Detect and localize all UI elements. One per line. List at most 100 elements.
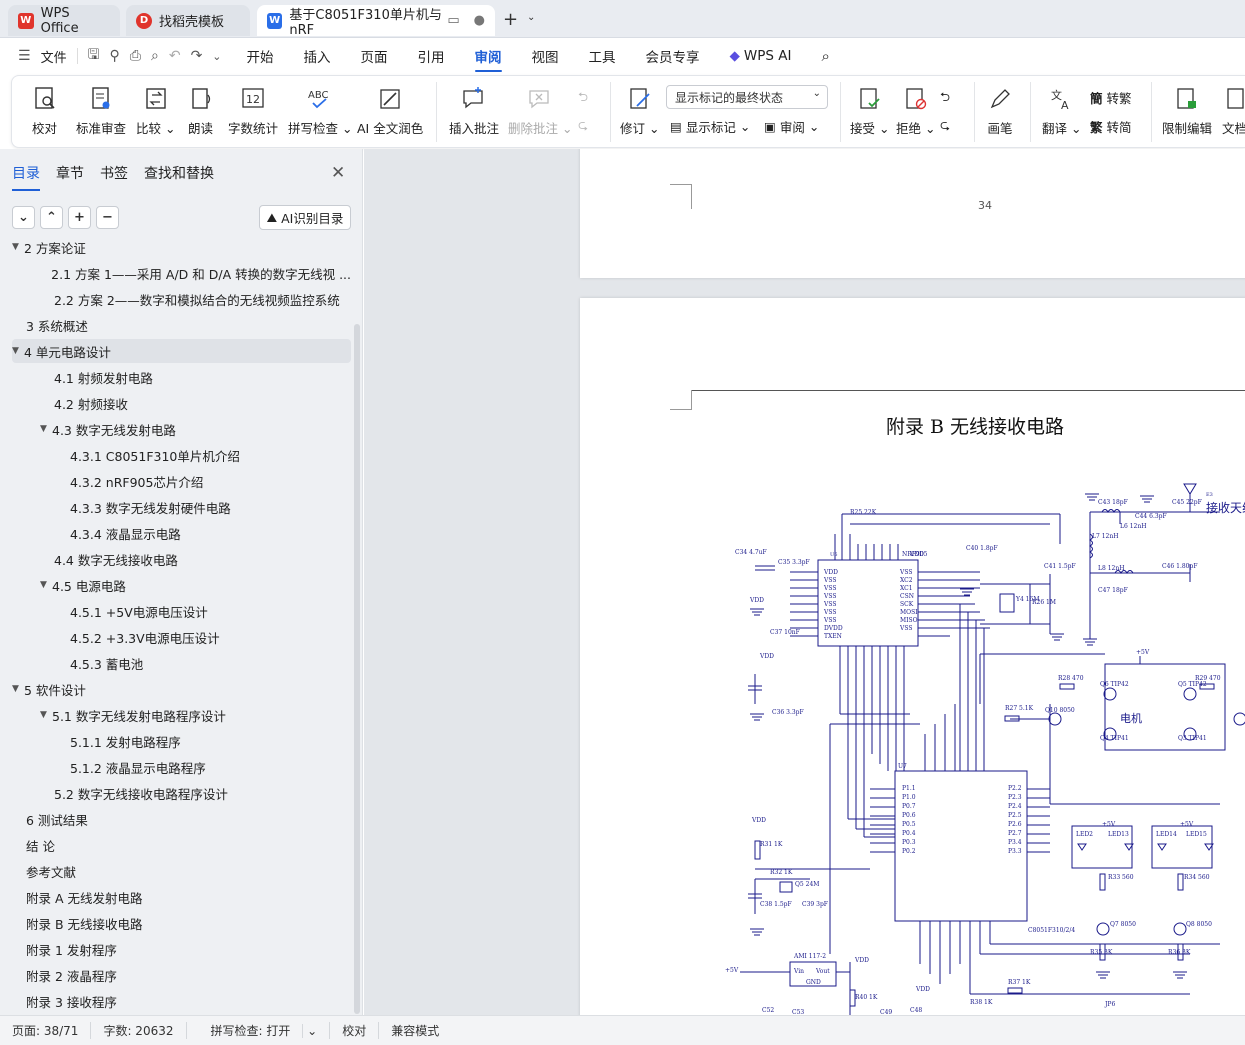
toc-item[interactable]: 5.1.1 发射电路程序 — [12, 729, 351, 753]
share-icon[interactable]: ⚲ — [110, 48, 120, 64]
accept-button[interactable]: 接受 ⌄ — [850, 84, 889, 137]
undo-icon[interactable]: ↶ — [169, 48, 181, 64]
insert-comment-button[interactable]: 插入批注 — [449, 84, 499, 137]
search-icon[interactable]: ⌕ — [806, 38, 844, 74]
to-simplified-button[interactable]: 繁转简 — [1090, 117, 1132, 136]
tab-list-chevron-icon[interactable]: ⌄ — [527, 12, 535, 23]
menu-page[interactable]: 页面 — [346, 38, 403, 74]
tab-template[interactable]: D 找稻壳模板 — [126, 5, 250, 36]
save-icon[interactable]: 🖫 — [88, 44, 100, 68]
remove-heading-button[interactable]: − — [96, 206, 119, 229]
toc-item[interactable]: 6 测试结果 — [12, 807, 351, 831]
tab-find-replace[interactable]: 查找和替换 — [144, 163, 214, 191]
doc-permission-button[interactable]: 文档 — [1222, 84, 1245, 137]
print-icon[interactable]: ⎙ — [130, 48, 141, 64]
expand-caret-icon[interactable]: ▼ — [12, 346, 24, 356]
pen-button[interactable]: 画笔 — [987, 84, 1013, 137]
proof-indicator[interactable]: 校对 — [330, 1022, 380, 1039]
toc-item[interactable]: ▼ 5.1 数字无线发射电路程序设计 — [12, 703, 351, 727]
toc-item[interactable]: ▼ 4 单元电路设计 — [12, 339, 351, 363]
toc-item[interactable]: 参考文献 — [12, 859, 351, 883]
prev-comment-icon[interactable]: ⮌ — [578, 88, 588, 109]
next-comment-icon[interactable]: ⮎ — [578, 116, 588, 137]
prev-change-icon[interactable]: ⮌ — [940, 88, 950, 109]
markup-state-select[interactable]: 显示标记的最终状态 ⌄ — [666, 85, 828, 109]
toc-item[interactable]: 5.1.2 液晶显示电路程序 — [12, 755, 351, 779]
toc-item[interactable]: 2.2 方案 2——数字和模拟结合的无线视频监控系统 — [12, 287, 351, 311]
tab-chapters[interactable]: 章节 — [56, 163, 84, 191]
word-count-indicator[interactable]: 字数: 20632 — [91, 1022, 187, 1039]
menu-membership[interactable]: 会员专享 — [631, 38, 715, 74]
delete-comment-button[interactable]: 删除批注 ⌄ — [508, 84, 572, 137]
monitor-icon[interactable]: ▭ — [447, 13, 459, 28]
add-heading-button[interactable]: + — [68, 206, 91, 229]
toc-item[interactable]: 4.5.2 +3.3V电源电压设计 — [12, 625, 351, 649]
hamburger-icon[interactable]: ☰ — [18, 48, 31, 64]
tab-wps-office[interactable]: W WPS Office — [8, 5, 120, 36]
expand-caret-icon[interactable]: ▼ — [12, 684, 24, 694]
page-indicator[interactable]: 页面: 38/71 — [0, 1022, 92, 1039]
more-chevron-icon[interactable]: ⌄ — [212, 50, 221, 63]
toc-item[interactable]: 4.3.4 液晶显示电路 — [12, 521, 351, 545]
menu-review[interactable]: 审阅 — [460, 38, 517, 74]
toc-item[interactable]: ▼ 2 方案论证 — [12, 241, 351, 259]
expand-caret-icon[interactable]: ▼ — [12, 242, 24, 252]
track-changes-button[interactable]: 修订 ⌄ — [620, 84, 659, 137]
tab-document[interactable]: W 基于C8051F310单片机与nRF ▭ ● — [257, 5, 495, 38]
file-menu[interactable]: 文件 — [41, 47, 67, 66]
toc-item[interactable]: 附录 A 无线发射电路 — [12, 885, 351, 909]
menu-reference[interactable]: 引用 — [403, 38, 460, 74]
toc-item[interactable]: ▼ 4.3 数字无线发射电路 — [12, 417, 351, 441]
compare-button[interactable]: 比较 ⌄ — [136, 84, 175, 137]
toc-item[interactable]: ▼ 4.5 电源电路 — [12, 573, 351, 597]
close-icon[interactable]: ✕ — [331, 163, 345, 183]
proofread-button[interactable]: 校对 — [32, 84, 57, 137]
menu-tools[interactable]: 工具 — [574, 38, 631, 74]
restrict-edit-button[interactable]: 限制编辑 — [1162, 84, 1212, 137]
toc-item[interactable]: ▼ 5 软件设计 — [12, 677, 351, 701]
expand-caret-icon[interactable]: ▼ — [40, 710, 52, 720]
toc-item[interactable]: 4.3.3 数字无线发射硬件电路 — [12, 495, 351, 519]
review-pane-button[interactable]: ▣ 审阅 ⌄ — [764, 117, 819, 136]
menu-start[interactable]: 开始 — [232, 38, 289, 74]
toc-item[interactable]: 附录 3 接收程序 — [12, 989, 351, 1013]
toc-item[interactable]: 4.2 射频接收 — [12, 391, 351, 415]
toc-item[interactable]: 5.2 数字无线接收电路程序设计 — [12, 781, 351, 805]
print-preview-icon[interactable]: ⌕ — [151, 48, 159, 64]
menu-view[interactable]: 视图 — [517, 38, 574, 74]
new-tab-button[interactable]: + — [503, 9, 518, 30]
read-aloud-button[interactable]: 朗读 — [188, 84, 213, 137]
spell-check-indicator[interactable]: 拼写检查: 打开 ⌄ — [187, 1022, 331, 1039]
toc-item[interactable]: 4.5.1 +5V电源电压设计 — [12, 599, 351, 623]
spell-check-button[interactable]: ABC 拼写检查 ⌄ — [288, 84, 352, 137]
tab-toc[interactable]: 目录 — [12, 163, 40, 191]
toc-item[interactable]: 3 系统概述 — [12, 313, 351, 337]
toc-item[interactable]: 附录 B 无线接收电路 — [12, 911, 351, 935]
ai-polish-button[interactable]: AI 全文润色 — [357, 84, 423, 137]
to-traditional-button[interactable]: 簡转繁 — [1090, 88, 1132, 107]
toc-item[interactable]: 附录 1 发射程序 — [12, 937, 351, 961]
toc-item[interactable]: 4.3.2 nRF905芯片介绍 — [12, 469, 351, 493]
toc-item[interactable]: 4.5.3 蓄电池 — [12, 651, 351, 675]
collapse-up-button[interactable]: ⌃ — [40, 206, 63, 229]
toc-item[interactable]: 结 论 — [12, 833, 351, 857]
redo-icon[interactable]: ↷ — [191, 48, 203, 64]
toc-item[interactable]: 附录 2 液晶程序 — [12, 963, 351, 987]
toc-scrollbar[interactable] — [354, 324, 360, 1014]
expand-caret-icon[interactable]: ▼ — [40, 580, 52, 590]
show-markup-button[interactable]: ▤ 显示标记 ⌄ — [670, 117, 750, 136]
expand-caret-icon[interactable]: ▼ — [40, 424, 52, 434]
toc-item[interactable]: 2.1 方案 1——采用 A/D 和 D/A 转换的数字无线视 ... — [12, 261, 351, 285]
translate-button[interactable]: 文A 翻译 ⌄ — [1042, 84, 1081, 137]
ai-toc-button[interactable]: ⛰ AI识别目录 — [259, 205, 351, 230]
expand-down-button[interactable]: ⌄ — [12, 206, 35, 229]
toc-item[interactable]: 4.1 射频发射电路 — [12, 365, 351, 389]
menu-wps-ai[interactable]: ◆ WPS AI — [715, 38, 807, 74]
tab-bookmarks[interactable]: 书签 — [100, 163, 128, 191]
next-change-icon[interactable]: ⮎ — [940, 116, 950, 137]
menu-insert[interactable]: 插入 — [289, 38, 346, 74]
reject-button[interactable]: 拒绝 ⌄ — [896, 84, 935, 137]
word-count-button[interactable]: 12 字数统计 — [228, 84, 278, 137]
standard-review-button[interactable]: 标准审查 — [76, 84, 126, 137]
toc-item[interactable]: 4.4 数字无线接收电路 — [12, 547, 351, 571]
